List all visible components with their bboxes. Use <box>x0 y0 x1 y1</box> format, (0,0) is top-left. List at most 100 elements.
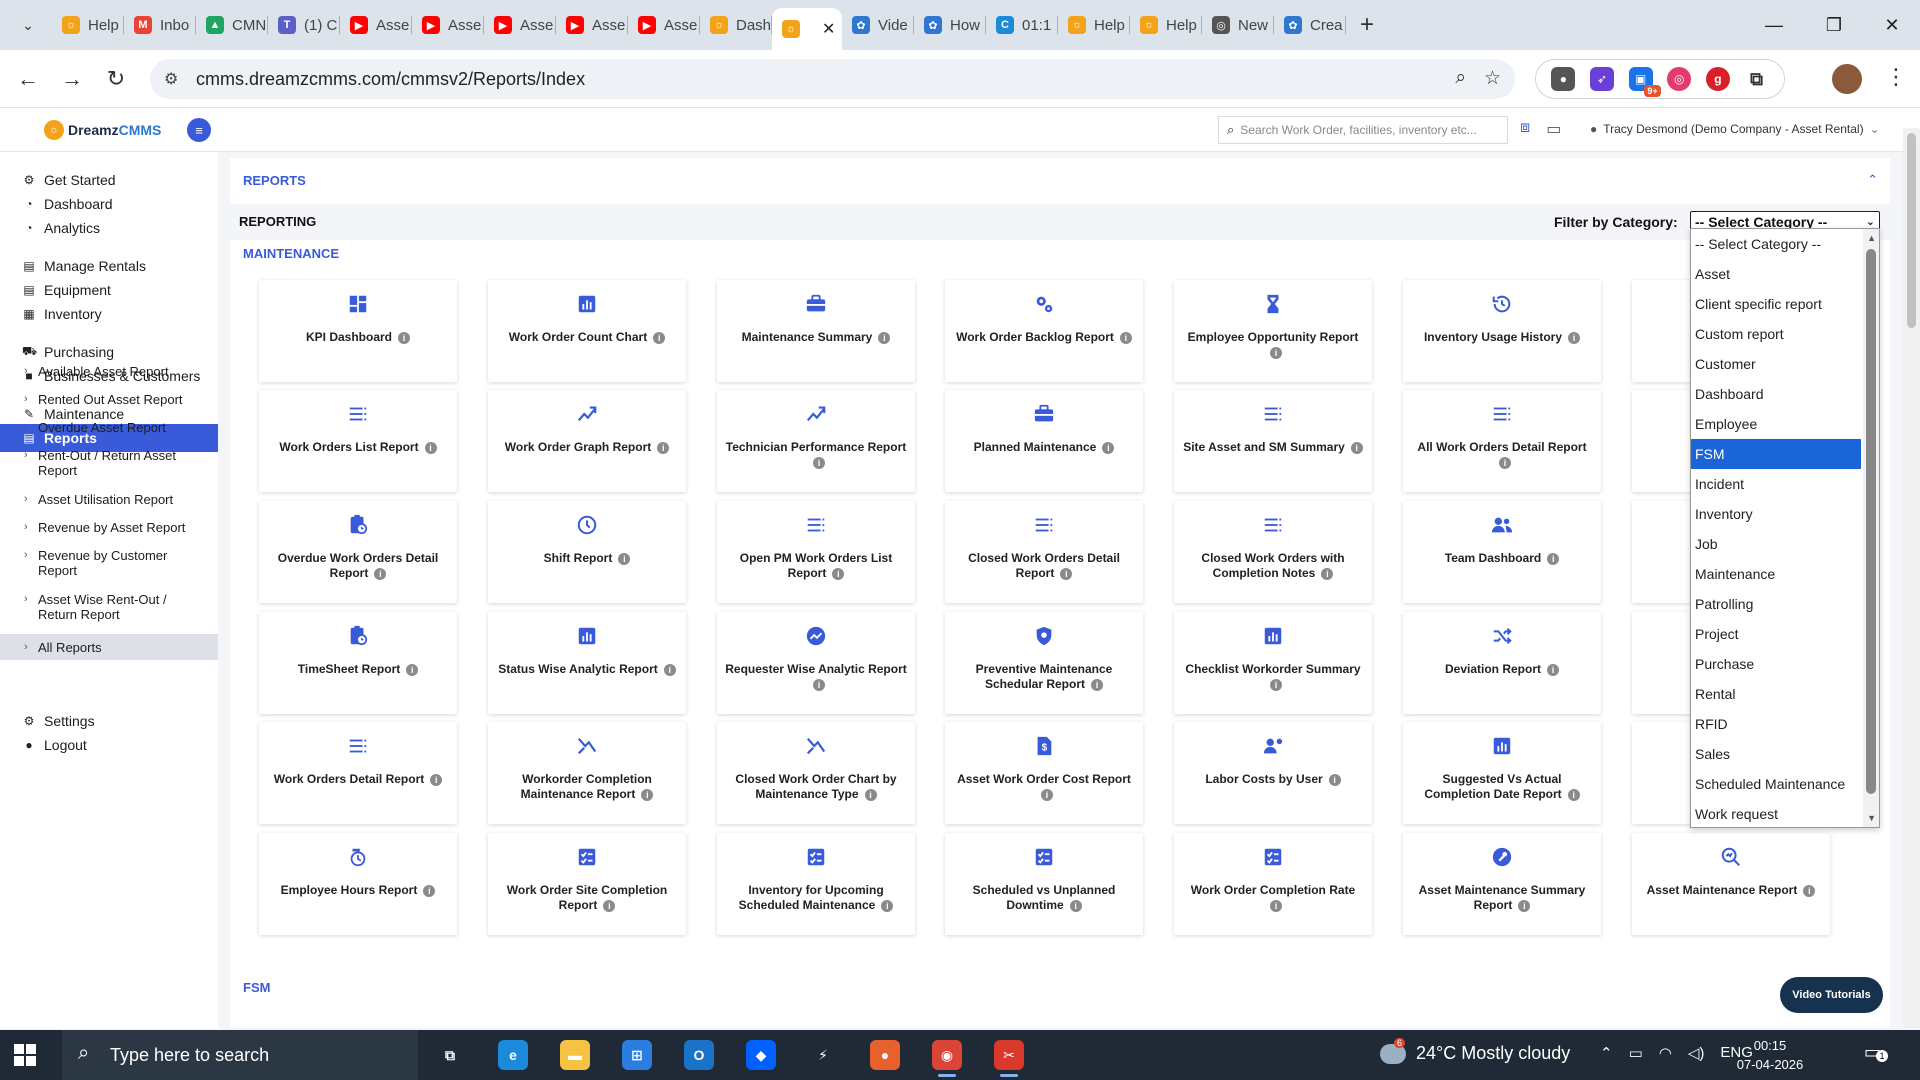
close-window-icon[interactable]: ✕ <box>1862 0 1920 50</box>
browser-tab[interactable]: ▲ CMN <box>196 7 268 43</box>
dropdown-option[interactable]: Purchase <box>1691 649 1861 679</box>
browser-tab[interactable]: ▶ Asse <box>628 7 700 43</box>
report-card[interactable]: Workorder Completion Maintenance Report i <box>488 722 686 824</box>
dropdown-scrollbar[interactable]: ▲ ▼ <box>1863 229 1879 827</box>
info-icon[interactable]: i <box>813 678 825 691</box>
info-icon[interactable]: i <box>1069 899 1082 912</box>
zoom-icon[interactable]: ⌕ <box>1455 67 1466 90</box>
report-card[interactable]: Checklist Workorder Summary i <box>1174 612 1372 714</box>
report-card[interactable]: Site Asset and SM Summary i <box>1174 390 1372 492</box>
collapse-icon[interactable]: ⌃ <box>1867 172 1878 188</box>
report-card[interactable]: Closed Work Orders with Completion Notes… <box>1174 501 1372 603</box>
dropdown-option[interactable]: Patrolling <box>1691 589 1861 619</box>
report-card[interactable]: Maintenance Summary i <box>717 280 915 382</box>
dropdown-option[interactable]: Customer <box>1691 349 1861 379</box>
dropdown-option[interactable]: RFID <box>1691 709 1861 739</box>
browser-tab[interactable]: ☼ Help <box>1130 7 1202 43</box>
puzzle-icon[interactable]: ⧉ <box>1745 67 1769 91</box>
store-icon[interactable]: ⊞ <box>622 1040 652 1070</box>
reload-icon[interactable]: ↻ <box>94 57 138 101</box>
outlook-icon[interactable]: O <box>684 1040 714 1070</box>
report-card[interactable]: Employee Opportunity Report i <box>1174 280 1372 382</box>
back-icon[interactable]: ← <box>6 57 50 101</box>
report-card[interactable]: Work Order Count Chart i <box>488 280 686 382</box>
sidebar-subitem[interactable]: › Revenue by Customer Report <box>0 548 218 578</box>
info-icon[interactable]: i <box>1499 456 1511 469</box>
report-card[interactable]: Closed Work Order Chart by Maintenance T… <box>717 722 915 824</box>
info-icon[interactable]: i <box>864 788 877 801</box>
dropbox-icon[interactable]: ◆ <box>746 1040 776 1070</box>
restore-icon[interactable]: ❐ <box>1804 0 1864 50</box>
browser-tab[interactable]: ▶ Asse <box>484 7 556 43</box>
info-icon[interactable]: i <box>1270 678 1282 691</box>
global-search-input[interactable]: ⌕ Search Work Order, facilities, invento… <box>1218 116 1508 144</box>
info-icon[interactable]: i <box>430 773 443 786</box>
dropdown-option[interactable]: Dashboard <box>1691 379 1861 409</box>
taskbar-search-input[interactable]: ⌕ Type here to search <box>62 1030 418 1080</box>
minimize-icon[interactable]: — <box>1744 0 1804 50</box>
tab-search-dropdown-icon[interactable]: ⌄ <box>12 9 44 41</box>
grammarly-icon[interactable]: g <box>1705 67 1730 91</box>
info-icon[interactable]: i <box>881 899 894 912</box>
info-icon[interactable]: i <box>653 331 666 344</box>
report-card[interactable]: Inventory for Upcoming Scheduled Mainten… <box>717 833 915 935</box>
report-card[interactable]: $ Asset Work Order Cost Report i <box>945 722 1143 824</box>
browser-tab[interactable]: ☼ ✕ <box>772 8 842 50</box>
profile-avatar[interactable] <box>1832 64 1862 94</box>
dropdown-option[interactable]: Job <box>1691 529 1861 559</box>
address-bar[interactable]: ⚙ cmms.dreamzcmms.com/cmmsv2/Reports/Ind… <box>150 59 1515 99</box>
report-card[interactable]: Technician Performance Report i <box>717 390 915 492</box>
browser-tab[interactable]: ▶ Asse <box>556 7 628 43</box>
browser-tab[interactable]: ✿ Crea <box>1274 7 1346 43</box>
info-icon[interactable]: i <box>1091 678 1104 691</box>
chevron-up-icon[interactable]: ⌃ <box>1600 1044 1613 1062</box>
report-card[interactable]: Asset Maintenance Summary Report i <box>1403 833 1601 935</box>
video-tutorials-button[interactable]: Video Tutorials <box>1780 977 1883 1013</box>
report-card[interactable]: Preventive Maintenance Schedular Report i <box>945 612 1143 714</box>
scan-icon[interactable]: ⧈ <box>1520 119 1530 139</box>
info-icon[interactable]: i <box>374 567 387 580</box>
dropdown-option[interactable]: Work request <box>1691 799 1861 829</box>
info-icon[interactable]: i <box>618 552 631 565</box>
scroll-down-icon[interactable]: ▼ <box>1867 813 1876 823</box>
firefox-icon[interactable]: ● <box>870 1040 900 1070</box>
close-tab-icon[interactable]: ✕ <box>822 19 835 39</box>
site-info-icon[interactable]: ⚙ <box>164 69 178 89</box>
report-card[interactable]: Overdue Work Orders Detail Report i <box>259 501 457 603</box>
info-icon[interactable]: i <box>1547 552 1560 565</box>
report-card[interactable]: KPI Dashboard i <box>259 280 457 382</box>
dropdown-option[interactable]: Project <box>1691 619 1861 649</box>
report-card[interactable]: Asset Maintenance Report i <box>1632 833 1830 935</box>
extension-badge-icon[interactable]: ▣ 9+ <box>1628 67 1661 97</box>
dropdown-option[interactable]: -- Select Category -- <box>1691 229 1861 259</box>
info-icon[interactable]: i <box>1567 788 1580 801</box>
sidebar-subitem[interactable]: › Asset Wise Rent-Out / Return Report <box>0 592 218 622</box>
report-card[interactable]: Employee Hours Report i <box>259 833 457 935</box>
report-card[interactable]: Open PM Work Orders List Report i <box>717 501 915 603</box>
info-icon[interactable]: i <box>1270 899 1282 912</box>
info-icon[interactable]: i <box>423 884 436 897</box>
browser-tab[interactable]: ☼ Help <box>1058 7 1130 43</box>
info-icon[interactable]: i <box>1328 773 1341 786</box>
info-icon[interactable]: i <box>1568 331 1581 344</box>
info-icon[interactable]: i <box>1350 441 1363 454</box>
start-button[interactable] <box>14 1044 36 1066</box>
info-icon[interactable]: i <box>1060 567 1073 580</box>
report-card[interactable]: Closed Work Orders Detail Report i <box>945 501 1143 603</box>
report-card[interactable]: Labor Costs by User i <box>1174 722 1372 824</box>
info-icon[interactable]: i <box>424 441 437 454</box>
report-card[interactable]: Suggested Vs Actual Completion Date Repo… <box>1403 722 1601 824</box>
forward-icon[interactable]: → <box>50 57 94 101</box>
snipping-icon[interactable]: ✂ <box>994 1040 1024 1077</box>
sidebar-subitem[interactable]: › Rented Out Asset Report <box>0 392 218 407</box>
info-icon[interactable]: i <box>1270 346 1282 359</box>
clock[interactable]: 00:15 07-04-2026 <box>1735 1036 1805 1074</box>
info-icon[interactable]: i <box>398 331 410 344</box>
info-icon[interactable]: i <box>1102 441 1115 454</box>
report-card[interactable]: Scheduled vs Unplanned Downtime i <box>945 833 1143 935</box>
sidebar-subitem[interactable]: › Revenue by Asset Report <box>0 520 218 535</box>
dropdown-option[interactable]: Inventory <box>1691 499 1861 529</box>
report-card[interactable]: Shift Report i <box>488 501 686 603</box>
info-icon[interactable]: i <box>406 663 419 676</box>
extension-circle-icon[interactable]: ◎ <box>1667 67 1692 91</box>
